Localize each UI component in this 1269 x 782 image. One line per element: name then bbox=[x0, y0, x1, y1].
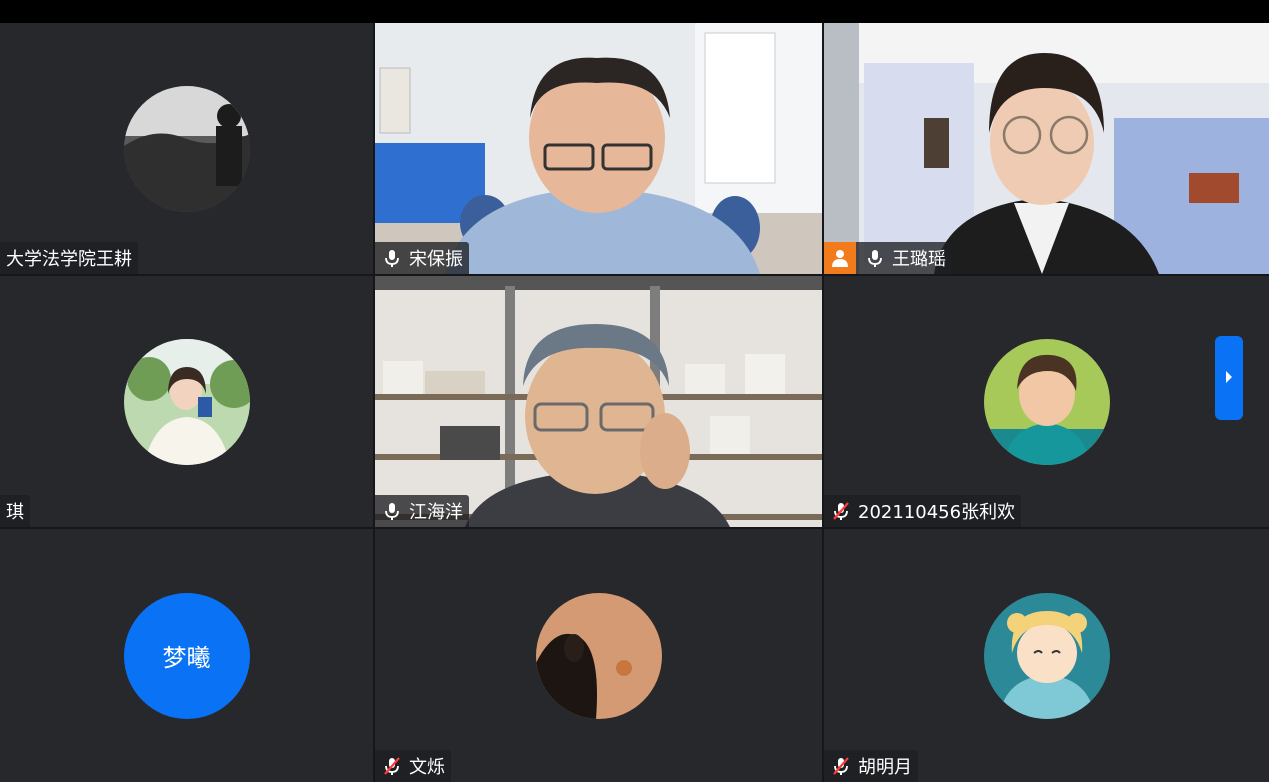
participant-tile[interactable]: 胡明月 bbox=[824, 529, 1269, 782]
host-person-icon bbox=[824, 242, 856, 274]
participant-video bbox=[824, 23, 1269, 274]
microphone-icon[interactable] bbox=[381, 500, 403, 522]
participant-namebar: 王璐瑶 bbox=[824, 242, 952, 274]
participant-avatar bbox=[535, 592, 662, 719]
video-grid: 大学法学院王耕 宋保振 王璐瑶 琪 江海洋 202110456张利欢 梦曦 文烁… bbox=[0, 23, 1269, 782]
participant-initials: 梦曦 bbox=[162, 644, 211, 672]
participant-name: 琪 bbox=[6, 502, 24, 523]
microphone-icon[interactable] bbox=[381, 247, 403, 269]
participant-video bbox=[375, 276, 822, 527]
participant-avatar bbox=[123, 85, 250, 212]
participant-tile[interactable]: 大学法学院王耕 bbox=[0, 23, 373, 274]
participant-namebar: 胡明月 bbox=[824, 750, 918, 782]
participant-initials-avatar: 梦曦 bbox=[123, 592, 250, 719]
participant-tile[interactable]: 梦曦 bbox=[0, 529, 373, 782]
chevron-right-icon bbox=[1224, 369, 1234, 388]
participant-name: 文烁 bbox=[409, 757, 445, 778]
top-bar bbox=[0, 0, 1269, 23]
participant-namebar: 宋保振 bbox=[375, 242, 469, 274]
participant-avatar bbox=[123, 338, 250, 465]
microphone-icon[interactable] bbox=[864, 247, 886, 269]
microphone-muted-icon[interactable] bbox=[830, 755, 852, 777]
participant-namebar: 江海洋 bbox=[375, 495, 469, 527]
participant-name: 王璐瑶 bbox=[892, 249, 946, 270]
participant-namebar: 202110456张利欢 bbox=[824, 495, 1022, 527]
participant-video bbox=[375, 23, 822, 274]
participant-tile[interactable]: 江海洋 bbox=[375, 276, 822, 527]
participant-name: 大学法学院王耕 bbox=[6, 249, 132, 270]
participant-name: 202110456张利欢 bbox=[858, 502, 1016, 523]
participant-name: 胡明月 bbox=[858, 757, 912, 778]
participant-name: 宋保振 bbox=[409, 249, 463, 270]
participant-namebar: 文烁 bbox=[375, 750, 451, 782]
participant-avatar bbox=[983, 592, 1110, 719]
participant-namebar: 大学法学院王耕 bbox=[0, 242, 138, 274]
microphone-muted-icon[interactable] bbox=[381, 755, 403, 777]
microphone-muted-icon[interactable] bbox=[830, 500, 852, 522]
next-page-button[interactable] bbox=[1215, 336, 1243, 420]
participant-tile[interactable]: 202110456张利欢 bbox=[824, 276, 1269, 527]
participant-namebar: 琪 bbox=[0, 495, 30, 527]
participant-tile[interactable]: 宋保振 bbox=[375, 23, 822, 274]
participant-name: 江海洋 bbox=[409, 502, 463, 523]
participant-tile[interactable]: 文烁 bbox=[375, 529, 822, 782]
participant-avatar bbox=[983, 338, 1110, 465]
participant-tile[interactable]: 王璐瑶 bbox=[824, 23, 1269, 274]
participant-tile[interactable]: 琪 bbox=[0, 276, 373, 527]
